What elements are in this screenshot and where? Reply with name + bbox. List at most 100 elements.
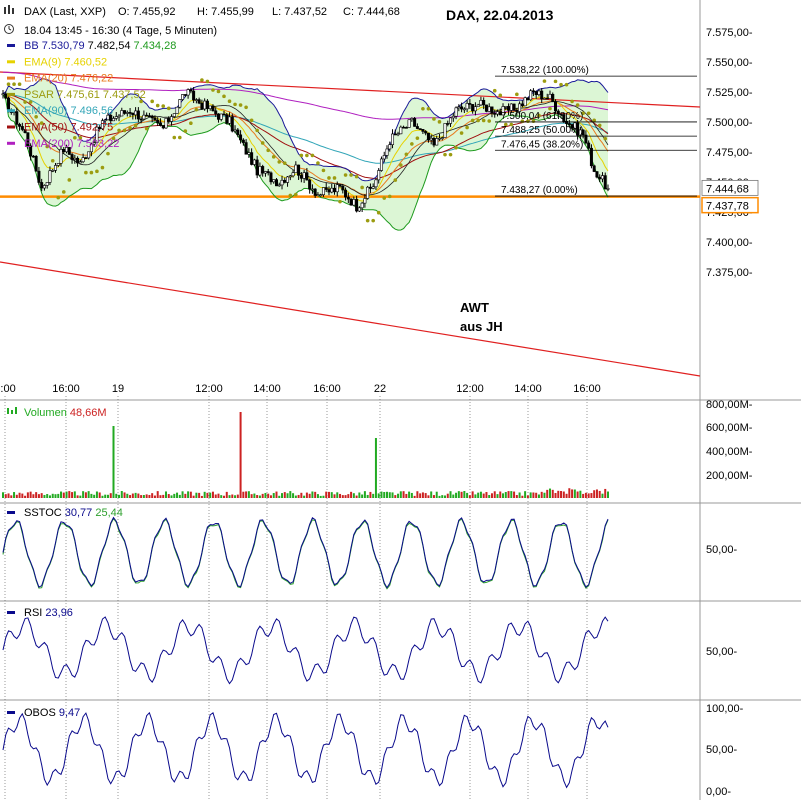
volume-bar <box>590 493 593 498</box>
psar-dot <box>564 82 569 87</box>
volume-bar <box>471 491 474 498</box>
volume-bar <box>134 492 137 498</box>
chart-svg: 7.538,22 (100.00%) 7.500,04 (61.80%) 7.488… <box>0 0 801 800</box>
psar-dot <box>249 118 254 123</box>
volume-bar <box>427 495 430 498</box>
volume-bar <box>397 493 400 498</box>
volume-bar <box>576 491 579 498</box>
time-tick-label: 12:00 <box>195 383 223 395</box>
candle-body <box>78 161 82 164</box>
candle-body <box>495 111 499 115</box>
volume-panel <box>2 412 609 498</box>
support-price-label: 7.437,78 <box>706 201 749 213</box>
candle-body <box>272 179 276 183</box>
clock-icon <box>4 24 14 34</box>
volume-bar <box>399 491 402 498</box>
price-tick-label: 7.400,00- <box>706 237 753 249</box>
volume-bar <box>153 495 156 498</box>
volume-bar <box>220 495 223 498</box>
candle-body <box>407 119 411 128</box>
candle-body <box>15 111 19 125</box>
psar-dot <box>294 192 298 197</box>
legend-swatch <box>7 76 15 80</box>
volume-bar <box>173 493 176 498</box>
candle-body <box>316 194 320 197</box>
candle-body <box>426 132 430 141</box>
volume-bar <box>607 491 609 498</box>
psar-dot <box>575 103 580 107</box>
candle-body <box>545 97 549 100</box>
candle-body <box>476 104 480 108</box>
psar-dot <box>238 103 243 107</box>
volume-bar <box>76 495 79 498</box>
psar-dot <box>305 153 309 158</box>
panel-tick-label: 50,00- <box>706 744 738 756</box>
candle-body <box>128 112 132 114</box>
candle-body <box>247 152 251 155</box>
volume-bar <box>43 494 46 498</box>
lower-trendline <box>0 261 700 377</box>
candle-body <box>200 102 204 110</box>
volume-bar <box>140 495 143 498</box>
psar-dot <box>106 151 110 156</box>
volume-bar <box>57 493 60 498</box>
volume-bar <box>195 492 198 498</box>
volume-bar <box>32 494 35 498</box>
psar-dot <box>515 92 519 97</box>
candle-body <box>603 175 607 190</box>
volume-bar <box>26 492 29 498</box>
candle-body <box>233 129 237 132</box>
candle-body <box>250 152 254 165</box>
time-tick-label: 14:00 <box>514 383 542 395</box>
volume-bar <box>311 491 314 498</box>
candle-body <box>236 129 240 136</box>
candle-body <box>366 186 370 199</box>
candle-body <box>551 93 555 103</box>
psar-dot <box>100 165 105 170</box>
volume-bar <box>604 488 607 498</box>
volume-bar <box>187 491 190 498</box>
sstoc-panel-label: SSTOC 30,77 25,44 <box>24 507 123 519</box>
volume-bar <box>388 492 391 498</box>
volume-bar <box>325 491 328 498</box>
candle-body <box>537 90 541 95</box>
volume-bar <box>184 493 187 498</box>
candle-body <box>357 207 361 212</box>
candle-body <box>120 110 124 117</box>
volume-bar <box>554 492 557 498</box>
candle-body <box>374 179 378 188</box>
volume-bar <box>565 493 568 498</box>
volume-bar <box>170 495 173 498</box>
time-tick-label: 22 <box>374 383 386 395</box>
volume-bar <box>419 493 422 498</box>
candle-body <box>37 170 41 183</box>
volume-bar <box>192 495 195 498</box>
volume-bar <box>457 491 460 498</box>
psar-dot <box>67 178 72 182</box>
psar-dot <box>150 99 154 104</box>
volume-bar <box>579 490 582 498</box>
legend-entry: PSAR 7.475,61 7.437,52 <box>24 89 146 101</box>
volume-bar <box>573 489 576 498</box>
sstoc-line <box>2 516 609 589</box>
volume-bar <box>449 491 452 498</box>
candle-body <box>319 194 323 197</box>
psar-dot <box>216 89 221 94</box>
psar-dot <box>382 196 387 200</box>
volume-bar <box>15 494 18 498</box>
volume-bar <box>46 494 49 498</box>
candle-body <box>258 166 262 176</box>
candle-body <box>529 90 533 101</box>
time-tick-label: 16:00 <box>573 383 601 395</box>
candle-body <box>512 103 516 111</box>
volume-bar <box>468 495 471 498</box>
candle-body <box>302 172 306 179</box>
price-tick-label: 7.550,00- <box>706 57 753 69</box>
candle-body <box>167 118 171 122</box>
candle-body <box>587 142 591 149</box>
volume-bar <box>369 491 372 498</box>
psar-dot <box>222 94 226 99</box>
volume-bar <box>540 491 543 498</box>
volume-bar <box>178 494 181 498</box>
volume-bar <box>455 492 458 498</box>
